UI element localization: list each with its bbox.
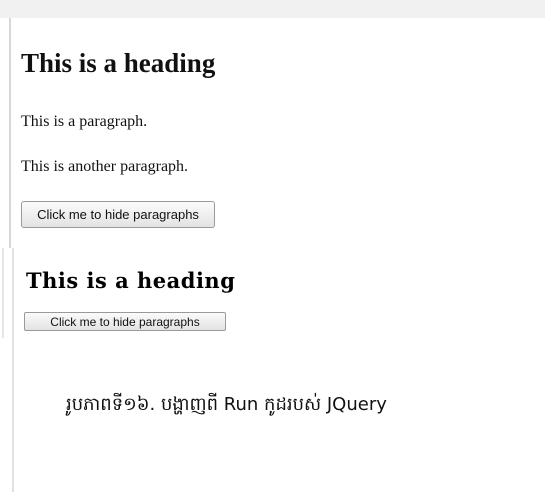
frame-border <box>12 248 14 492</box>
paragraph: This is a paragraph. <box>21 113 148 130</box>
page-heading: This is a heading <box>21 48 216 78</box>
browser-top-bar <box>0 0 545 18</box>
page-heading: This is a heading <box>26 268 236 293</box>
hide-paragraphs-button[interactable]: Click me to hide paragraphs <box>24 312 226 331</box>
figure-caption: រូបភាពទី១៦. បង្ហាញពី Run កូដរបស់ JQuery <box>66 394 387 415</box>
frame-border <box>9 18 11 248</box>
hide-paragraphs-button[interactable]: Click me to hide paragraphs <box>21 201 215 228</box>
frame-border <box>2 248 4 338</box>
paragraph: This is another paragraph. <box>21 158 189 175</box>
